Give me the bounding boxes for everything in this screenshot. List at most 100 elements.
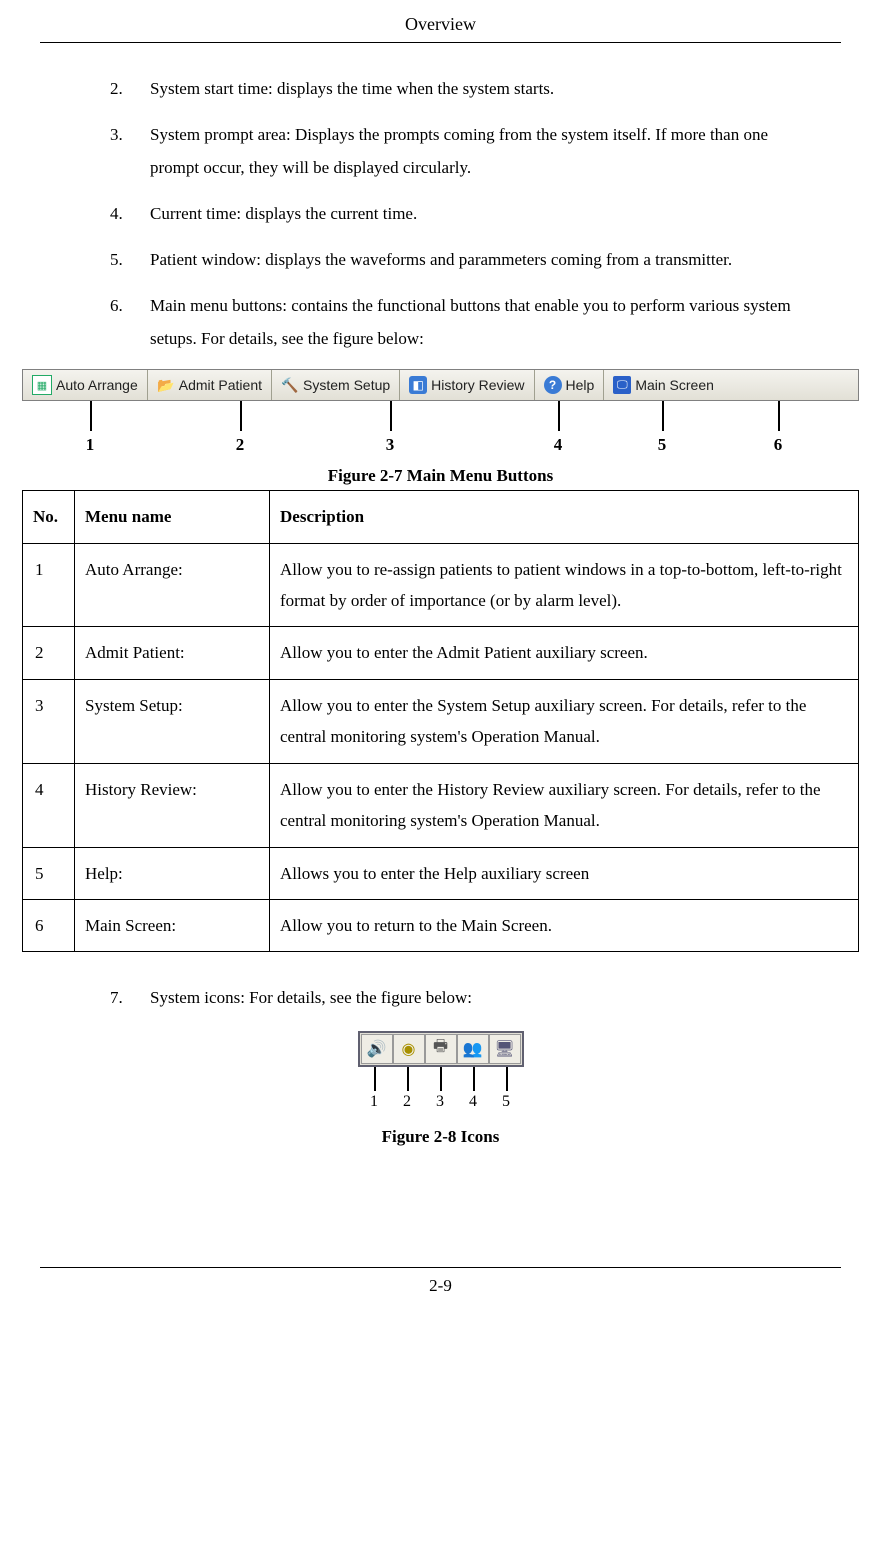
td-desc: Allow you to enter the System Setup auxi… [270,679,859,763]
td-no: 4 [23,763,75,847]
marker-label: 2 [236,435,245,455]
td-no: 6 [23,900,75,952]
list-item: 3.System prompt area: Displays the promp… [110,119,811,184]
list-item: 4.Current time: displays the current tim… [110,198,811,230]
menu-table-wrap: No. Menu name Description 1 Auto Arrange… [22,490,859,952]
marker-line [506,1067,508,1091]
people-icon[interactable]: 👥 [457,1034,489,1064]
table-row: 4 History Review: Allow you to enter the… [23,763,859,847]
main-menu-toolbar: ▦ Auto Arrange 📂 Admit Patient 🔨 System … [22,369,859,401]
system-setup-icon: 🔨 [281,376,299,394]
toolbar-btn-label: History Review [431,377,524,393]
marker-line [407,1067,409,1091]
td-no: 5 [23,847,75,899]
td-name: System Setup: [75,679,270,763]
td-name: Admit Patient: [75,627,270,679]
list-num: 3. [110,119,150,184]
help-button[interactable]: ? Help [535,370,605,400]
marker-label: 2 [403,1093,411,1111]
speaker-icon[interactable]: 🔊 [361,1034,393,1064]
marker-label: 4 [469,1093,477,1111]
disc-icon[interactable]: ◉ [393,1034,425,1064]
help-icon: ? [544,376,562,394]
marker-label: 3 [386,435,395,455]
table-row: 2 Admit Patient: Allow you to enter the … [23,627,859,679]
table-row: 1 Auto Arrange: Allow you to re-assign p… [23,543,859,627]
list-item: 6.Main menu buttons: contains the functi… [110,290,811,355]
list-text: System start time: displays the time whe… [150,73,811,105]
toolbar-btn-label: Auto Arrange [56,377,138,393]
marker-line [473,1067,475,1091]
figure-2-8-caption: Figure 2-8 Icons [0,1127,881,1147]
td-no: 2 [23,627,75,679]
page-header-title: Overview [40,14,841,35]
th-no: No. [23,491,75,543]
menu-table: No. Menu name Description 1 Auto Arrange… [22,490,859,952]
list-text: System prompt area: Displays the prompts… [150,119,811,184]
printer-icon[interactable]: 🖶 [425,1034,457,1064]
admit-patient-button[interactable]: 📂 Admit Patient [148,370,272,400]
marker-line [558,401,560,431]
toolbar-btn-label: Main Screen [635,377,714,393]
marker-label: 5 [658,435,667,455]
marker-label: 6 [774,435,783,455]
system-setup-button[interactable]: 🔨 System Setup [272,370,400,400]
list-num: 4. [110,198,150,230]
marker-line [90,401,92,431]
body-content-2: 7.System icons: For details, see the fig… [110,982,811,1014]
auto-arrange-icon: ▦ [32,375,52,395]
page-number: 2-9 [429,1276,452,1295]
list-item: 2.System start time: displays the time w… [110,73,811,105]
td-desc: Allow you to re-assign patients to patie… [270,543,859,627]
figure-2-8-markers: 1 2 3 4 5 [358,1067,523,1117]
numbered-list-post: 7.System icons: For details, see the fig… [110,982,811,1014]
system-icons-bar: 🔊 ◉ 🖶 👥 🖥 [358,1031,524,1067]
toolbar-btn-label: System Setup [303,377,390,393]
marker-line [778,401,780,431]
toolbar-btn-label: Help [566,377,595,393]
main-screen-icon: 🖵 [613,376,631,394]
figure-2-7: ▦ Auto Arrange 📂 Admit Patient 🔨 System … [22,369,859,401]
auto-arrange-button[interactable]: ▦ Auto Arrange [23,370,148,400]
table-row: 6 Main Screen: Allow you to return to th… [23,900,859,952]
th-description: Description [270,491,859,543]
list-item: 7.System icons: For details, see the fig… [110,982,811,1014]
marker-line [390,401,392,431]
list-num: 2. [110,73,150,105]
marker-label: 1 [370,1093,378,1111]
marker-line [374,1067,376,1091]
list-text: Main menu buttons: contains the function… [150,290,811,355]
td-desc: Allow you to return to the Main Screen. [270,900,859,952]
list-num: 6. [110,290,150,355]
main-screen-button[interactable]: 🖵 Main Screen [604,370,723,400]
marker-label: 3 [436,1093,444,1111]
table-row: 5 Help: Allows you to enter the Help aux… [23,847,859,899]
td-desc: Allow you to enter the Admit Patient aux… [270,627,859,679]
monitors-icon[interactable]: 🖥 [489,1034,521,1064]
history-review-button[interactable]: ◧ History Review [400,370,534,400]
marker-line [662,401,664,431]
list-text: Current time: displays the current time. [150,198,811,230]
marker-label: 5 [502,1093,510,1111]
figure-2-7-caption: Figure 2-7 Main Menu Buttons [0,466,881,486]
list-num: 5. [110,244,150,276]
td-name: History Review: [75,763,270,847]
th-menu-name: Menu name [75,491,270,543]
td-name: Main Screen: [75,900,270,952]
page-footer: 2-9 [40,1267,841,1296]
td-no: 3 [23,679,75,763]
history-review-icon: ◧ [409,376,427,394]
marker-label: 1 [86,435,95,455]
figure-2-8: 🔊 ◉ 🖶 👥 🖥 1 2 3 4 5 Figure 2-8 Icons [0,1031,881,1147]
list-num: 7. [110,982,150,1014]
td-name: Auto Arrange: [75,543,270,627]
td-name: Help: [75,847,270,899]
marker-label: 4 [554,435,563,455]
marker-line [440,1067,442,1091]
table-header-row: No. Menu name Description [23,491,859,543]
td-desc: Allow you to enter the History Review au… [270,763,859,847]
marker-line [240,401,242,431]
document-page: Overview 2.System start time: displays t… [0,16,881,1296]
figure-2-7-markers: 1 2 3 4 5 6 [22,401,859,456]
numbered-list-pre: 2.System start time: displays the time w… [110,73,811,355]
